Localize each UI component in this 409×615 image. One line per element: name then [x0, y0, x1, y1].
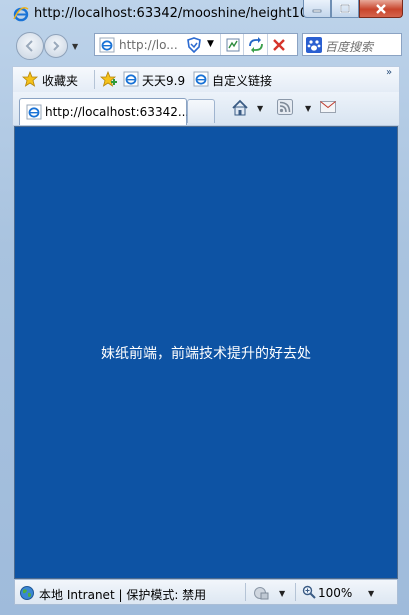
- page-icon: [26, 104, 42, 120]
- maximize-button[interactable]: [331, 0, 359, 18]
- divider: [94, 70, 95, 89]
- close-icon: [376, 3, 386, 14]
- address-bar[interactable]: http://lo... ▼: [94, 33, 298, 56]
- divider: [220, 34, 221, 55]
- shield-icon[interactable]: [186, 37, 202, 53]
- divider: [267, 34, 268, 55]
- ie-logo-icon: [13, 7, 29, 22]
- home-icon[interactable]: [231, 99, 249, 117]
- search-box[interactable]: 百度搜索: [302, 33, 402, 56]
- favorite-link-custom[interactable]: 自定义链接: [212, 72, 272, 89]
- tab-bar: http://localhost:63342... ▼ ▼: [12, 92, 400, 126]
- favorites-button[interactable]: 收藏夹: [42, 72, 78, 89]
- page-content: 妹纸前端，前端技术提升的好去处: [14, 126, 398, 579]
- feed-dropdown-icon[interactable]: ▼: [305, 104, 311, 113]
- tab-label: http://localhost:63342...: [45, 105, 190, 119]
- star-icon: [22, 71, 38, 87]
- arrow-left-icon: [25, 40, 33, 52]
- history-dropdown-icon[interactable]: ▼: [72, 42, 78, 51]
- home-dropdown-icon[interactable]: ▼: [257, 104, 263, 113]
- window-title: http://localhost:63342/mooshine/height10…: [34, 6, 321, 21]
- rss-feed-icon[interactable]: [277, 99, 293, 115]
- add-favorite-icon[interactable]: [100, 71, 118, 87]
- page-icon: [99, 37, 115, 53]
- favorite-link-tiantian[interactable]: 天天9.9: [142, 72, 185, 89]
- zoom-icon[interactable]: [302, 585, 316, 599]
- minimize-button[interactable]: [303, 0, 331, 18]
- status-bar: 本地 Intranet | 保护模式: 禁用 ▼ 100% ▼: [14, 579, 398, 605]
- protected-mode-icon[interactable]: [253, 585, 269, 601]
- page-icon: [123, 71, 139, 87]
- arrow-right-icon: [53, 41, 60, 51]
- zone-dropdown-icon[interactable]: ▼: [279, 589, 285, 598]
- address-text: http://lo...: [119, 38, 178, 52]
- divider: [295, 583, 296, 601]
- globe-icon: [20, 586, 34, 600]
- stop-icon[interactable]: [271, 37, 287, 53]
- maximize-icon: [340, 4, 350, 13]
- back-button[interactable]: [16, 32, 44, 60]
- new-tab-button[interactable]: [187, 99, 215, 123]
- compatibility-view-icon[interactable]: [225, 37, 241, 53]
- browser-window: http://localhost:63342/mooshine/height10…: [0, 0, 409, 615]
- window-controls: [303, 0, 403, 20]
- minimize-icon: [312, 9, 322, 12]
- title-bar: http://localhost:63342/mooshine/height10…: [0, 0, 409, 28]
- favorites-bar: 收藏夹 天天9.9 自定义链接 »: [12, 66, 400, 92]
- page-message: 妹纸前端，前端技术提升的好去处: [101, 346, 311, 362]
- address-dropdown-icon[interactable]: ▼: [207, 39, 214, 49]
- zoom-level[interactable]: 100%: [318, 586, 352, 600]
- divider: [245, 583, 246, 601]
- zoom-dropdown-icon[interactable]: ▼: [368, 589, 374, 598]
- baidu-paw-icon: [306, 37, 322, 53]
- mail-icon[interactable]: [320, 101, 336, 113]
- refresh-icon[interactable]: [247, 37, 265, 53]
- search-input[interactable]: 百度搜索: [325, 38, 373, 55]
- security-zone-text: 本地 Intranet | 保护模式: 禁用: [39, 588, 207, 602]
- chevron-right-icon[interactable]: »: [386, 67, 392, 78]
- close-button[interactable]: [359, 0, 403, 18]
- divider: [243, 34, 244, 55]
- window-bottom-edge: [0, 606, 409, 615]
- tab-localhost[interactable]: http://localhost:63342...: [19, 98, 190, 125]
- page-icon: [193, 71, 209, 87]
- forward-button[interactable]: [44, 34, 68, 58]
- navigation-bar: ▼ http://lo... ▼ 百度搜索: [0, 30, 409, 62]
